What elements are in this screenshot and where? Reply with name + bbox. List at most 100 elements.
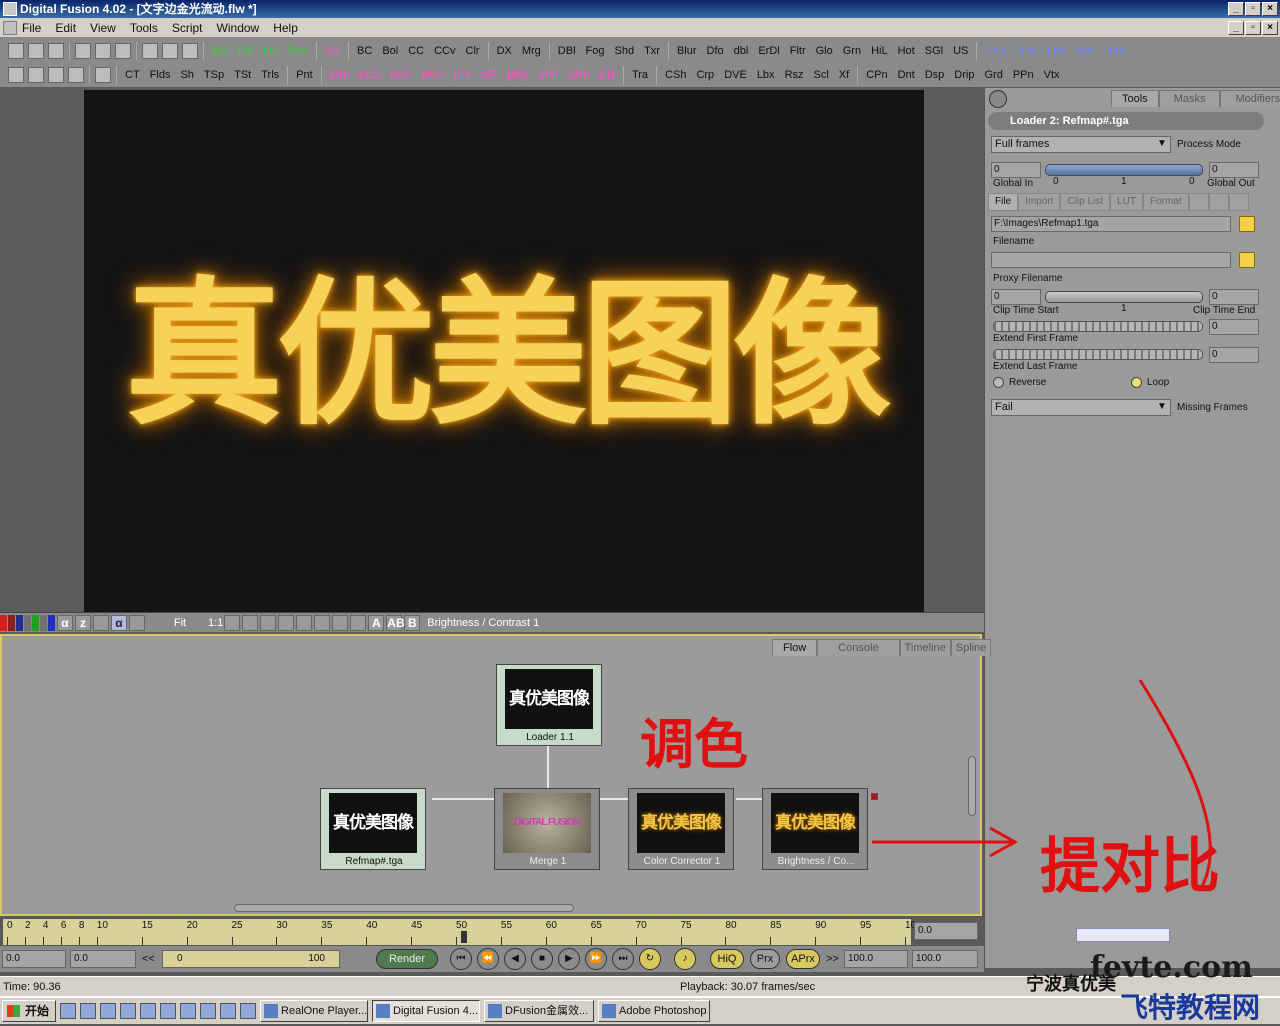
tool-txr-button[interactable]: Txr [639, 45, 665, 57]
menu-view[interactable]: View [90, 21, 116, 35]
tool-sh-button[interactable]: Sh [175, 69, 198, 81]
tool-pfr-button[interactable]: pFr [449, 69, 476, 81]
triangle-tool-icon[interactable] [350, 614, 367, 631]
tool-mrg-button[interactable]: Mrg [517, 45, 546, 57]
process-mode-select[interactable]: Full frames ▼ [991, 136, 1171, 153]
grid-overlay-button[interactable] [93, 614, 109, 631]
document-icon[interactable] [3, 21, 17, 35]
tool-vtx-button[interactable]: Vtx [1039, 69, 1065, 81]
task-digital-fusion[interactable]: Digital Fusion 4.... [372, 1000, 481, 1022]
browse-folder-icon[interactable] [1239, 216, 1255, 232]
layout-single-icon[interactable] [8, 66, 24, 83]
delete-icon[interactable] [182, 42, 198, 59]
open-file-icon[interactable] [28, 42, 44, 59]
proxy-filename-field[interactable] [991, 252, 1231, 268]
tool-bol-button[interactable]: Bol [377, 45, 403, 57]
node-color-corrector-1[interactable]: 真优美图像 Color Corrector 1 [628, 788, 734, 870]
info-icon[interactable] [1228, 193, 1249, 211]
subtab-file[interactable]: File [988, 193, 1019, 211]
global-start-field[interactable]: 0.0 [2, 950, 66, 968]
missing-frames-select[interactable]: Fail ▼ [991, 399, 1171, 416]
tool-ppn-button[interactable]: PPn [1008, 69, 1039, 81]
browser-icon[interactable] [180, 1003, 197, 1019]
tool-grd-button[interactable]: Grd [979, 69, 1007, 81]
subtab-format[interactable]: Format [1142, 193, 1189, 211]
media-icon[interactable] [240, 1003, 257, 1019]
subtab-lut[interactable]: LUT [1110, 193, 1143, 211]
tool-dve-button[interactable]: DVE [719, 69, 752, 81]
tool-lky-button[interactable]: LKy [1042, 45, 1071, 57]
tool-pdf-button[interactable]: pDF [386, 69, 417, 81]
paste-icon[interactable] [115, 42, 131, 59]
tool-pie-button[interactable]: pIE [476, 69, 503, 81]
mono-channel-button[interactable] [24, 614, 31, 631]
player-icon[interactable] [160, 1003, 177, 1019]
layout-quad-icon[interactable] [68, 66, 84, 83]
layout-split-icon[interactable] [28, 66, 44, 83]
ellipse-tool-icon[interactable] [332, 614, 349, 631]
range-slider[interactable]: 0 100 [162, 950, 340, 968]
extend-last-field[interactable]: 0 [1209, 347, 1259, 363]
task-photoshop[interactable]: Adobe Photoshop [598, 1000, 711, 1022]
tool-shd-button[interactable]: Shd [610, 45, 640, 57]
subtab-import[interactable]: Import [1018, 193, 1061, 211]
extend-first-field[interactable]: 0 [1209, 319, 1259, 335]
green-channel-button[interactable] [32, 614, 39, 631]
node-brightness-contrast-1[interactable]: 真优美图像 Brightness / Co... [762, 788, 868, 870]
tool-blur-button[interactable]: Blur [672, 45, 702, 57]
tool-ptr-button[interactable]: pTr [594, 69, 620, 81]
loop-checkbox[interactable] [1131, 377, 1142, 388]
tool-flds-button[interactable]: Flds [145, 69, 176, 81]
doc-close-button[interactable]: × [1262, 21, 1278, 35]
tab-modifiers[interactable]: Modifiers [1220, 90, 1280, 107]
tool-tsp-button[interactable]: TSp [199, 69, 229, 81]
cut-icon[interactable] [75, 42, 91, 59]
save-icon[interactable] [48, 42, 64, 59]
play-icon[interactable]: ▶ [558, 948, 580, 970]
go-to-start-icon[interactable]: ⏮ [450, 948, 472, 970]
node-merge-1[interactable]: DIGITAL FUSION Merge 1 [494, 788, 600, 870]
radiation-icon[interactable] [1188, 193, 1209, 211]
blue-dark-channel-button[interactable] [16, 614, 23, 631]
alpha-overlay-button[interactable]: α [111, 614, 127, 631]
task-dfusion-doc[interactable]: DFusion金属效... [484, 1000, 595, 1022]
step-back-icon[interactable]: ◀ [504, 948, 526, 970]
gear-icon[interactable] [1208, 193, 1229, 211]
tool-cky-button[interactable]: CKy [980, 45, 1011, 57]
time-ruler[interactable]: 0 2 4 6 8 10 15 20 25 30 35 40 45 50 55 60 65 70 75 80 85 90 9… [2, 918, 916, 946]
z-channel-button[interactable]: z [75, 614, 91, 631]
polygon-tool-icon[interactable] [260, 614, 277, 631]
fast-forward-icon[interactable]: ⏩ [585, 948, 607, 970]
maximize-button[interactable]: ▫ [1245, 2, 1261, 16]
tool-grn-button[interactable]: Grn [838, 45, 866, 57]
undo-icon[interactable] [142, 42, 158, 59]
tool-bc-button[interactable]: BC [352, 45, 377, 57]
clip-end-field[interactable]: 0 [1209, 289, 1259, 305]
fit-zoom-button[interactable]: Fit [152, 617, 208, 629]
global-in-field[interactable]: 0 [991, 162, 1041, 178]
tool-dbl-button[interactable]: DBl [553, 45, 581, 57]
red-dark-channel-button[interactable] [8, 614, 15, 631]
tool-tst-button[interactable]: TSt [229, 69, 256, 81]
tool-rsz-button[interactable]: Rsz [780, 69, 809, 81]
buffer-b-button[interactable]: B [404, 614, 421, 631]
phone-layout-icon[interactable] [95, 66, 111, 83]
extend-first-slider[interactable] [993, 321, 1203, 332]
reverse-checkbox[interactable] [993, 377, 1004, 388]
panel-collapse-icon[interactable] [989, 90, 1007, 108]
rectangle-tool-icon[interactable] [314, 614, 331, 631]
go-to-end-icon[interactable]: ⏭ [612, 948, 634, 970]
output-port[interactable] [871, 793, 878, 800]
hiq-button[interactable]: HiQ [710, 949, 744, 969]
mail-icon[interactable] [120, 1003, 137, 1019]
extend-last-slider[interactable] [993, 349, 1203, 360]
tab-console[interactable]: Console [817, 639, 900, 656]
browse-proxy-folder-icon[interactable] [1239, 252, 1255, 268]
menu-edit[interactable]: Edit [55, 21, 76, 35]
rewind-icon[interactable]: ⏪ [477, 948, 499, 970]
tool-clr-button[interactable]: Clr [461, 45, 485, 57]
tool-glo-button[interactable]: Glo [811, 45, 838, 57]
proxy-button[interactable]: Prx [750, 949, 780, 969]
doc-minimize-button[interactable]: _ [1228, 21, 1244, 35]
close-button[interactable]: × [1262, 2, 1278, 16]
